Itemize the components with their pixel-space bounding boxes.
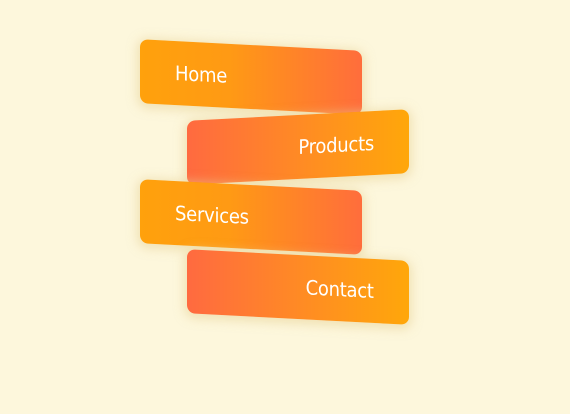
menu-item-label: Products [298, 131, 374, 159]
menu-item-home[interactable]: Home [140, 39, 362, 115]
navigation-menu: Home Products Services Contact [0, 0, 570, 414]
menu-item-products[interactable]: Products [187, 109, 409, 185]
menu-item-label: Contact [305, 275, 374, 303]
menu-item-label: Home [175, 61, 228, 88]
menu-item-label: Services [175, 201, 249, 229]
menu-item-contact[interactable]: Contact [187, 249, 409, 325]
menu-item-services[interactable]: Services [140, 179, 362, 255]
